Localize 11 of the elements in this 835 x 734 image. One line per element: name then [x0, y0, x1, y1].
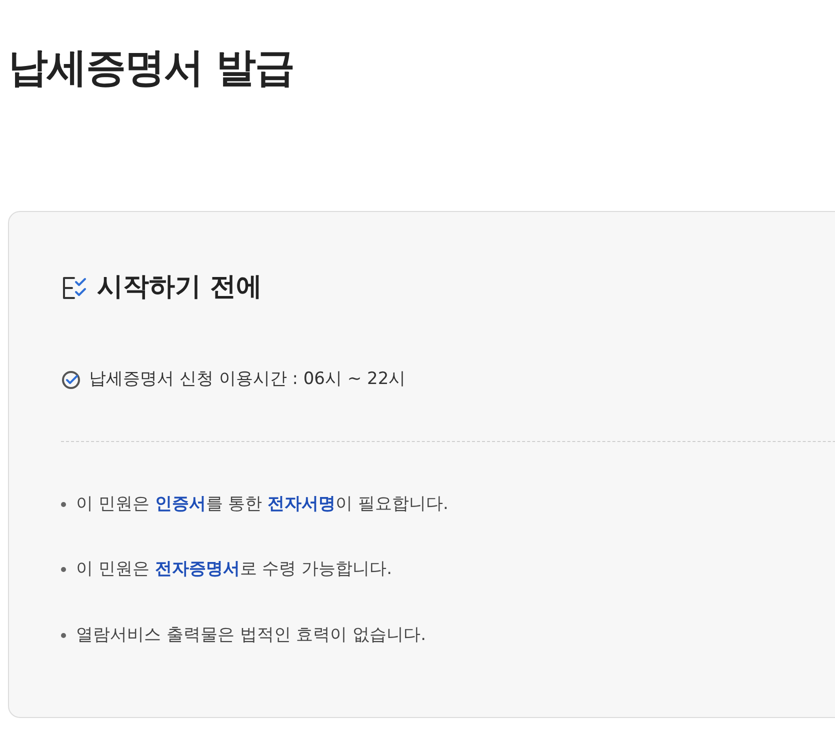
notice-text: 이 민원은 인증서를 통한 전자서명이 필요합니다.: [76, 492, 448, 516]
bullet-icon: [61, 632, 66, 638]
notice-text: 열람서비스 출력물은 법적인 효력이 없습니다.: [76, 624, 426, 646]
section-heading: 시작하기 전에: [97, 271, 262, 304]
checklist-icon: [61, 274, 87, 300]
bullet-icon: [61, 502, 66, 507]
bullet-icon: [61, 567, 66, 572]
notice-text: 이 민원은 전자증명서로 수령 가능합니다.: [76, 558, 392, 581]
check-circle-icon: [61, 370, 81, 390]
hours-text: 납세증명서 신청 이용시간 : 06시 ~ 22시: [89, 368, 406, 391]
page-title: 납세증명서 발급: [8, 44, 295, 93]
